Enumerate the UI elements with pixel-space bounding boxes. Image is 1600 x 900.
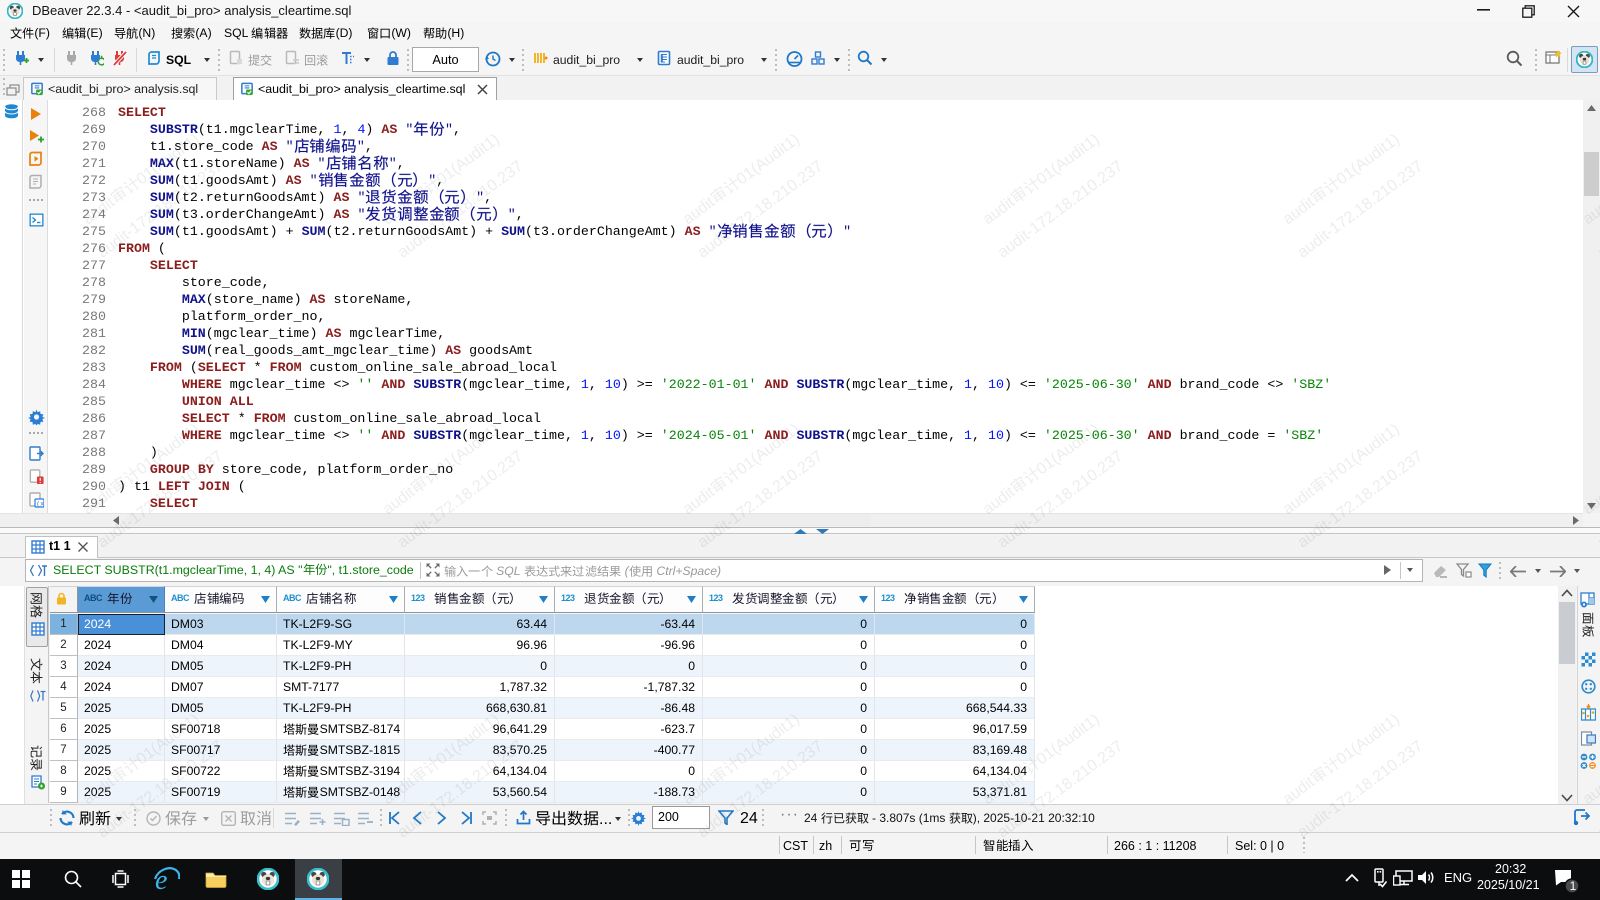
svg-text:(x): (x) bbox=[36, 501, 44, 508]
svg-text:1: 1 bbox=[1570, 879, 1577, 893]
